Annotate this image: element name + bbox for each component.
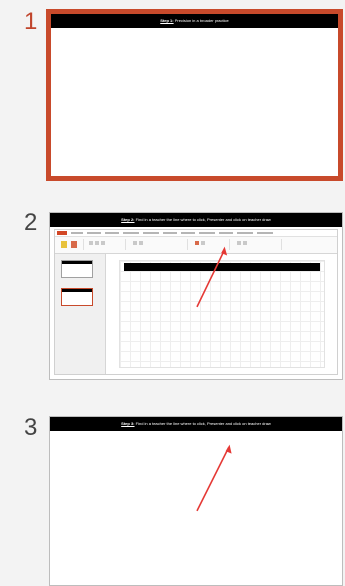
red-arrow-annotation [196, 246, 228, 308]
slide-thumbnail-1[interactable]: Step 1: Precision in a broader practice [46, 9, 343, 181]
slides-thumbnail-pane: 1 Step 1: Precision in a broader practic… [0, 0, 345, 586]
red-arrow-annotation [196, 444, 232, 512]
slide-number-1: 1 [24, 8, 38, 35]
slide-title-step: Step 1: [160, 18, 174, 23]
slide-thumbnail-3[interactable]: Step 3: Find in a teacher the line where… [49, 416, 343, 586]
slide-number-2: 2 [24, 209, 38, 236]
slide-thumbnail-2[interactable]: Step 2: Find in a teacher the line where… [49, 212, 343, 380]
slide-title-text: Precision in a broader practice [174, 18, 229, 23]
slide-number-3: 3 [24, 414, 38, 441]
slide-title-bar: Step 1: Precision in a broader practice [51, 14, 338, 28]
